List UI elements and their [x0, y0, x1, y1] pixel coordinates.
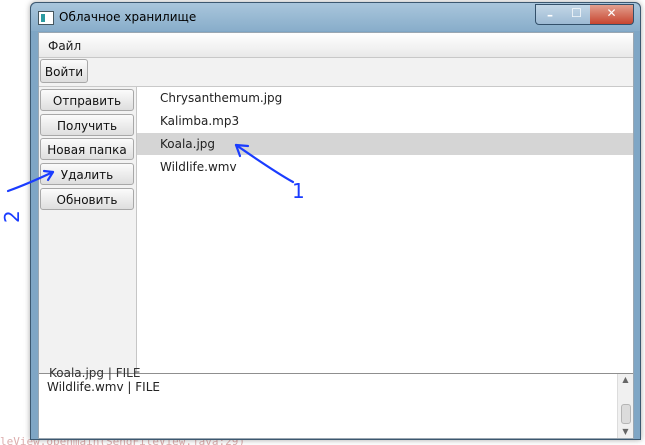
- refresh-button[interactable]: Обновить: [40, 188, 134, 210]
- file-name: Koala.jpg: [160, 137, 216, 151]
- app-window: Облачное хранилище – ☐ ✕ Файл Войти Отпр…: [30, 2, 641, 440]
- close-button[interactable]: ✕: [590, 4, 634, 25]
- log-textarea[interactable]: Koala.jpg | FILE Wildlife.wmv | FILE ▲ ▼: [39, 366, 633, 438]
- minimize-icon: –: [547, 8, 553, 22]
- file-row-wildlife[interactable]: Wildlife.wmv: [137, 156, 633, 178]
- window-client-area: Файл Войти Отправить Получить Новая папк…: [38, 32, 634, 439]
- close-icon: ✕: [606, 6, 617, 20]
- window-title: Облачное хранилище: [59, 10, 197, 24]
- file-name: Kalimba.mp3: [160, 114, 240, 128]
- scroll-up-icon[interactable]: ▲: [618, 374, 633, 386]
- maximize-button[interactable]: ☐: [563, 4, 591, 25]
- log-scrollbar[interactable]: ▲ ▼: [617, 374, 633, 438]
- action-sidebar: Отправить Получить Новая папка Удалить О…: [39, 87, 137, 371]
- annotation-label-2: 2: [0, 210, 24, 223]
- menu-file[interactable]: Файл: [48, 39, 81, 53]
- file-list[interactable]: Chrysanthemum.jpg Kalimba.mp3 Koala.jpg …: [137, 87, 633, 373]
- file-name: Wildlife.wmv: [160, 160, 237, 174]
- file-row-kalimba[interactable]: Kalimba.mp3: [137, 110, 633, 132]
- file-row-koala-selected[interactable]: Koala.jpg: [137, 133, 633, 155]
- toolbar: Войти: [39, 58, 633, 87]
- file-name: Chrysanthemum.jpg: [160, 91, 283, 105]
- new-folder-button[interactable]: Новая папка: [40, 138, 134, 160]
- log-last-line: Wildlife.wmv | FILE: [47, 380, 160, 394]
- send-button[interactable]: Отправить: [40, 89, 134, 111]
- delete-button[interactable]: Удалить: [40, 163, 134, 185]
- scroll-down-icon[interactable]: ▼: [618, 426, 633, 438]
- maximize-icon: ☐: [571, 6, 582, 20]
- app-icon: [38, 11, 54, 25]
- scroll-thumb[interactable]: [621, 404, 631, 424]
- file-row-chrysanthemum[interactable]: Chrysanthemum.jpg: [137, 87, 633, 109]
- log-previous-line: Koala.jpg | FILE: [49, 366, 141, 380]
- title-bar[interactable]: Облачное хранилище – ☐ ✕: [31, 3, 640, 31]
- login-button[interactable]: Войти: [40, 59, 88, 83]
- minimize-button[interactable]: –: [535, 4, 565, 25]
- menu-bar: Файл: [39, 33, 633, 58]
- receive-button[interactable]: Получить: [40, 114, 134, 136]
